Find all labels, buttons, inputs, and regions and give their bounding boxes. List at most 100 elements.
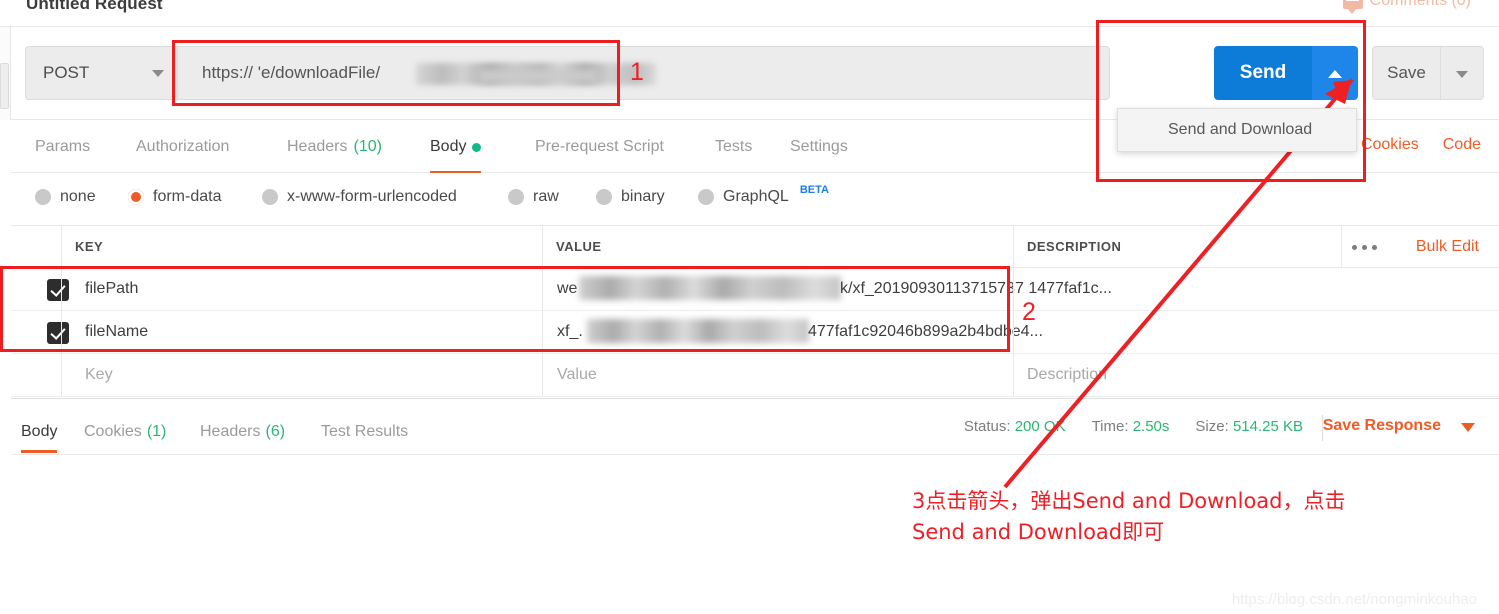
radio-form-data[interactable]: form-data	[128, 188, 221, 206]
radio-icon	[35, 189, 51, 205]
save-options-button[interactable]	[1440, 46, 1484, 100]
radio-label: GraphQL	[723, 188, 789, 205]
table-row-placeholder[interactable]: Key Value Description	[11, 354, 1499, 397]
http-method-select[interactable]: POST	[25, 46, 177, 100]
tab-label: Settings	[790, 138, 848, 155]
active-tab-underline	[21, 450, 58, 453]
column-divider	[1013, 226, 1014, 268]
tab-label: Tests	[715, 138, 753, 155]
value-redaction-blur	[587, 319, 809, 343]
send-button[interactable]: Send	[1214, 46, 1312, 100]
annotation-note-line1: 3点击箭头，弹出Send and Download，点击	[912, 489, 1346, 513]
cell-key: filePath	[85, 280, 139, 297]
placeholder-description[interactable]: Description	[1027, 366, 1107, 384]
table-row[interactable]: fileName xf_. 477faf1c92046b899a2b4bdbe4…	[11, 311, 1499, 354]
tab-label: Cookies	[84, 423, 142, 440]
radio-x-www-form-urlencoded[interactable]: x-www-form-urlencoded	[262, 188, 457, 206]
tab-label: Body	[21, 423, 58, 440]
table-row[interactable]: filePath we k/xf_20190930113715737 1477f…	[11, 268, 1499, 311]
cell-key: fileName	[85, 323, 149, 340]
column-header-description: DESCRIPTION	[1027, 239, 1122, 254]
radio-icon	[508, 189, 524, 205]
placeholder-key[interactable]: Key	[85, 366, 113, 384]
http-method-label: POST	[43, 63, 90, 82]
tab-headers[interactable]: Headers (10)	[287, 120, 382, 174]
tab-label: Body	[430, 138, 467, 155]
menu-item-send-and-download[interactable]: Send and Download	[1168, 121, 1312, 139]
column-divider	[1013, 311, 1014, 354]
status-label: Status:	[963, 418, 1011, 435]
tab-tests[interactable]: Tests	[715, 120, 752, 174]
send-options-button[interactable]	[1312, 46, 1358, 100]
send-dropdown-menu[interactable]: Send and Download	[1117, 108, 1357, 152]
column-header-value: VALUE	[556, 239, 602, 254]
radio-graphql[interactable]: GraphQL BETA	[698, 184, 829, 206]
body-type-radio-group: none form-data x-www-form-urlencoded raw…	[11, 173, 1499, 226]
chevron-up-icon	[1328, 70, 1342, 78]
tab-params[interactable]: Params	[35, 120, 90, 174]
column-divider	[61, 311, 62, 354]
tab-label: Params	[35, 138, 91, 155]
response-meta: Status: 200 OK Time: 2.50s Size: 514.25 …	[964, 418, 1303, 435]
tab-label: Authorization	[136, 138, 230, 155]
row-checkbox[interactable]	[47, 322, 69, 344]
form-data-table: KEY VALUE DESCRIPTION Bulk Edit filePath…	[11, 226, 1499, 398]
tab-pre-request-script[interactable]: Pre-request Script	[535, 120, 664, 174]
column-divider	[61, 268, 62, 311]
response-tab-test-results[interactable]: Test Results	[321, 411, 408, 453]
postman-window: Untitled Request Comments (0) POST https…	[0, 0, 1499, 614]
column-header-key: KEY	[75, 239, 104, 254]
bulk-edit-link[interactable]: Bulk Edit	[1416, 238, 1479, 256]
radio-binary[interactable]: binary	[596, 188, 665, 206]
time-value: 2.50s	[1132, 418, 1170, 435]
time-label: Time:	[1091, 418, 1129, 435]
left-rail	[0, 27, 11, 120]
tab-label: Headers	[200, 423, 261, 440]
save-button[interactable]: Save	[1372, 46, 1440, 100]
annotation-number-2: 2	[1022, 298, 1036, 326]
tab-count: (6)	[265, 423, 286, 440]
chevron-down-icon[interactable]	[1461, 423, 1475, 432]
url-redaction-blur-secondary	[478, 69, 598, 83]
dot	[1371, 244, 1377, 250]
url-text: https:// 'e/downloadFile/	[202, 63, 381, 82]
response-tab-cookies[interactable]: Cookies (1)	[84, 411, 166, 453]
body-modified-dot-icon	[472, 142, 482, 152]
radio-label: binary	[621, 188, 665, 205]
row-checkbox[interactable]	[47, 279, 69, 301]
tab-count: (10)	[353, 138, 382, 155]
sidebar-drag-handle[interactable]	[0, 63, 9, 109]
annotation-number-1: 1	[630, 58, 644, 86]
status-group: Status: 200 OK	[964, 418, 1066, 435]
radio-icon	[698, 189, 714, 205]
dot	[1361, 244, 1367, 250]
tab-label: Pre-request Script	[535, 138, 664, 155]
size-group: Size: 514.25 KB	[1195, 418, 1303, 435]
response-tab-body[interactable]: Body	[21, 411, 58, 453]
radio-raw[interactable]: raw	[508, 188, 559, 206]
comments-button[interactable]: Comments (0)	[1342, 0, 1471, 14]
page-title: Untitled Request	[26, 0, 163, 13]
request-side-links: Cookies Code	[1361, 136, 1481, 154]
tab-body[interactable]: Body	[430, 120, 482, 174]
cookies-link[interactable]: Cookies	[1361, 136, 1419, 154]
radio-label: x-www-form-urlencoded	[287, 188, 457, 205]
cell-value-prefix: we	[557, 280, 578, 297]
comment-bubble-icon	[1342, 0, 1363, 14]
column-divider	[542, 311, 543, 354]
radio-label: raw	[533, 188, 559, 205]
request-bar: POST https:// 'e/downloadFile/ Send Save	[0, 26, 1499, 120]
tab-settings[interactable]: Settings	[790, 120, 848, 174]
radio-none[interactable]: none	[35, 188, 96, 206]
size-value: 514.25 KB	[1232, 418, 1303, 435]
radio-icon	[596, 189, 612, 205]
table-more-options-button[interactable]	[1347, 239, 1381, 255]
table-header: KEY VALUE DESCRIPTION Bulk Edit	[11, 226, 1499, 268]
beta-badge: BETA	[799, 184, 829, 196]
response-tab-headers[interactable]: Headers (6)	[200, 411, 285, 453]
tab-authorization[interactable]: Authorization	[136, 120, 229, 174]
divider	[11, 454, 1499, 455]
placeholder-value[interactable]: Value	[557, 366, 597, 384]
code-link[interactable]: Code	[1443, 136, 1481, 154]
save-response-button[interactable]: Save Response	[1323, 417, 1441, 435]
